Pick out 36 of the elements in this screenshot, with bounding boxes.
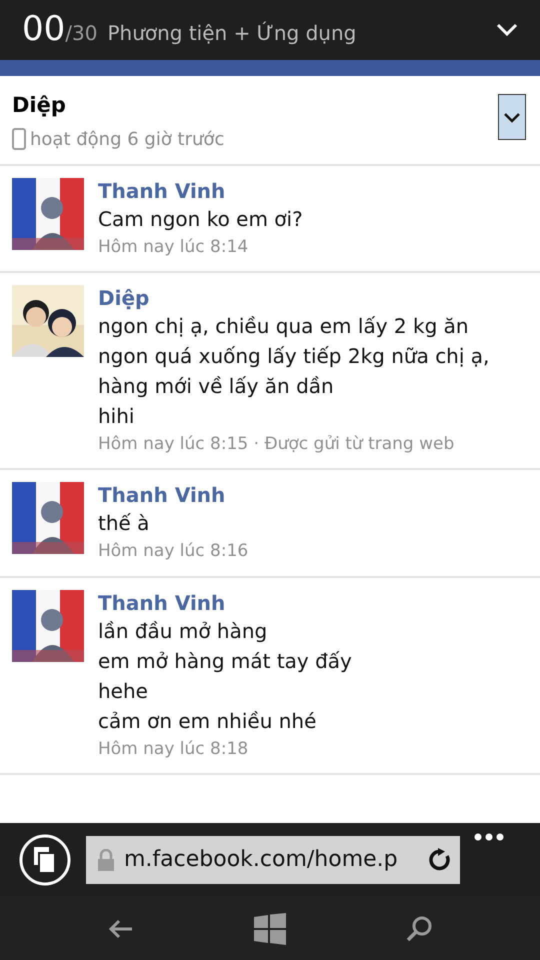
message-text: Cam ngon ko em ơi? (98, 206, 303, 233)
more-icon[interactable] (474, 833, 504, 841)
back-icon[interactable] (108, 918, 134, 938)
message-text: thế à (98, 510, 150, 538)
refresh-icon[interactable] (428, 848, 452, 872)
chevron-down-icon[interactable] (496, 23, 518, 37)
chevron-down-icon (503, 112, 521, 122)
message-text: em mở hàng mát tay đấy (98, 648, 352, 675)
url-text: m.facebook.com/home.p (124, 846, 398, 874)
sender-name[interactable]: Diệp (98, 285, 490, 312)
contact-name: Diệp (12, 92, 67, 119)
message-time: Hôm nay lúc 8:14 (98, 236, 250, 259)
windows-icon[interactable] (254, 912, 286, 944)
counter-number: 00 (22, 12, 66, 46)
lock-icon (98, 848, 114, 870)
counter-total: /30 (65, 20, 98, 47)
sender-name[interactable]: Thanh Vinh (98, 178, 303, 204)
phone-icon (12, 128, 26, 150)
message-time: Hôm nay lúc 8:18 (98, 738, 250, 761)
sender-name[interactable]: Thanh Vinh (98, 482, 248, 508)
message-text: hihi (98, 403, 136, 430)
tabs-icon[interactable] (18, 832, 72, 886)
message-text: ngon chị ạ, chiều qua em lấy 2 kg ăn (98, 313, 470, 340)
message-text: hehe (98, 678, 149, 705)
search-icon[interactable] (406, 916, 432, 942)
message-time: Hôm nay lúc 8:15 · Được gửi từ trang web (98, 433, 456, 456)
sender-name[interactable]: Thanh Vinh (98, 590, 352, 616)
message-text: cảm ơn em nhiều nhé (98, 708, 318, 735)
bar-title: Phương tiện + Ứng dụng (107, 20, 356, 47)
activity-status: hoạt động 6 giờ trước (30, 128, 224, 152)
message-time: Hôm nay lúc 8:16 (98, 540, 248, 564)
message-text: lần đầu mở hàng (98, 618, 268, 645)
address-field[interactable]: m.facebook.com/home.p (86, 836, 460, 884)
message-text: ngon quá xuống lấy tiếp 2kg nữa chị ạ, (98, 343, 490, 370)
message-text: hàng mới về lấy ăn dần (98, 373, 335, 400)
dropdown-toggle[interactable] (498, 94, 526, 140)
